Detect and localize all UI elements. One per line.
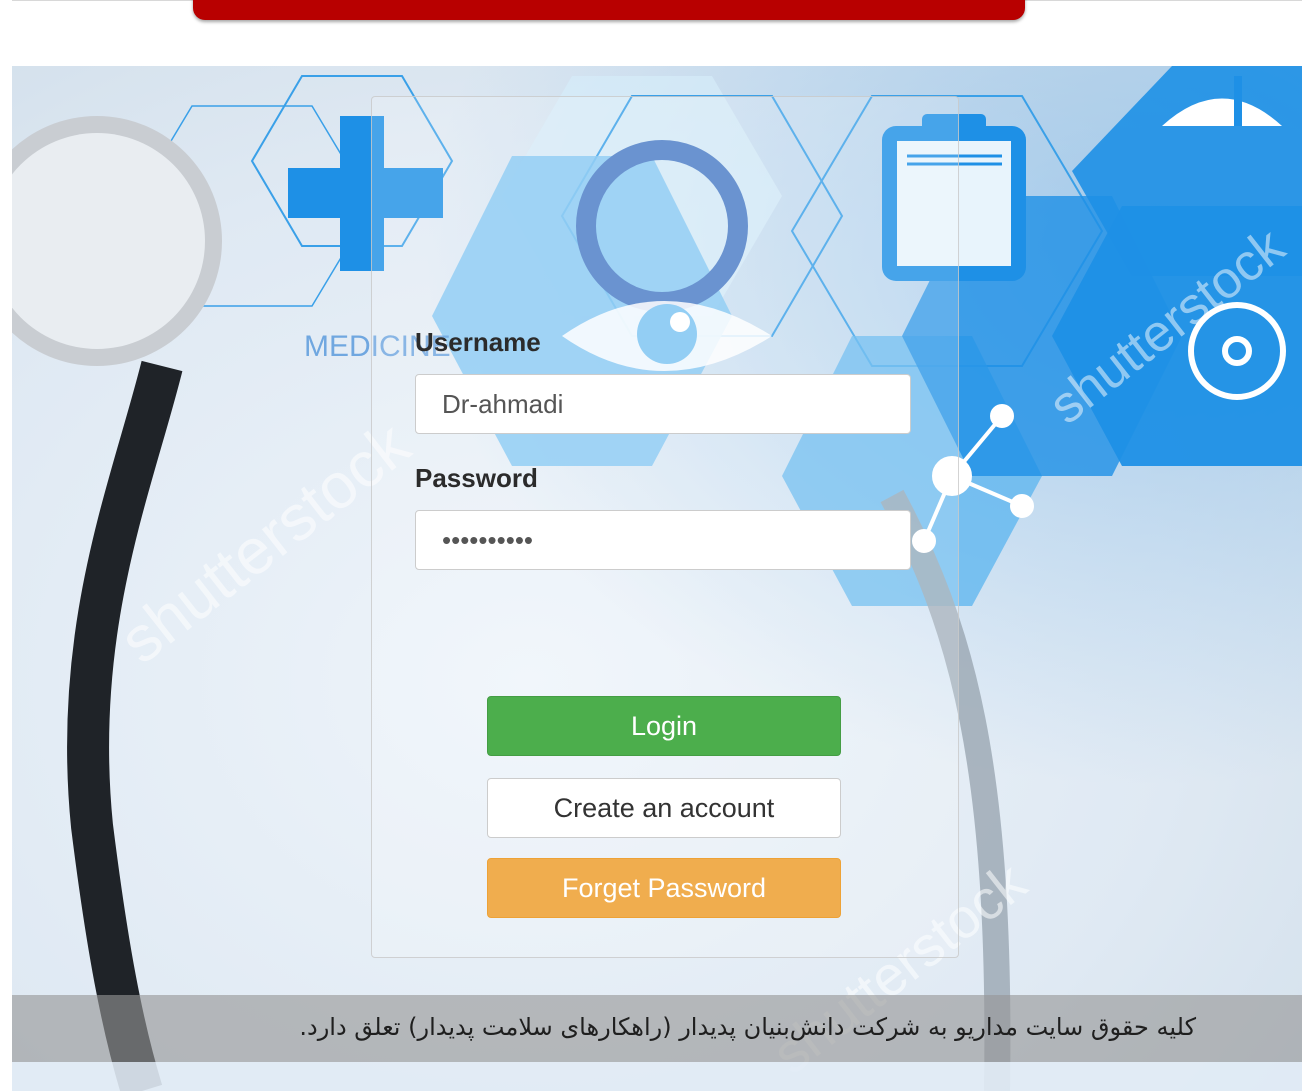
password-input[interactable]: •••••••••• [415,510,911,570]
stethoscope-tube [67,360,183,1091]
bottom-strip [12,1062,1302,1091]
password-label: Password [415,463,538,493]
create-account-button[interactable]: Create an account [487,778,841,838]
copyright-text: کلیه حقوق سایت مداریو به شرکت دانش‌بنیان… [299,1013,1196,1041]
red-header-tab [193,0,1025,20]
footer-bar: کلیه حقوق سایت مداریو به شرکت دانش‌بنیان… [12,995,1302,1062]
login-button[interactable]: Login [487,696,841,756]
username-label: Username [415,327,541,357]
forget-password-button[interactable]: Forget Password [487,858,841,918]
username-input[interactable]: Dr-ahmadi [415,374,911,434]
